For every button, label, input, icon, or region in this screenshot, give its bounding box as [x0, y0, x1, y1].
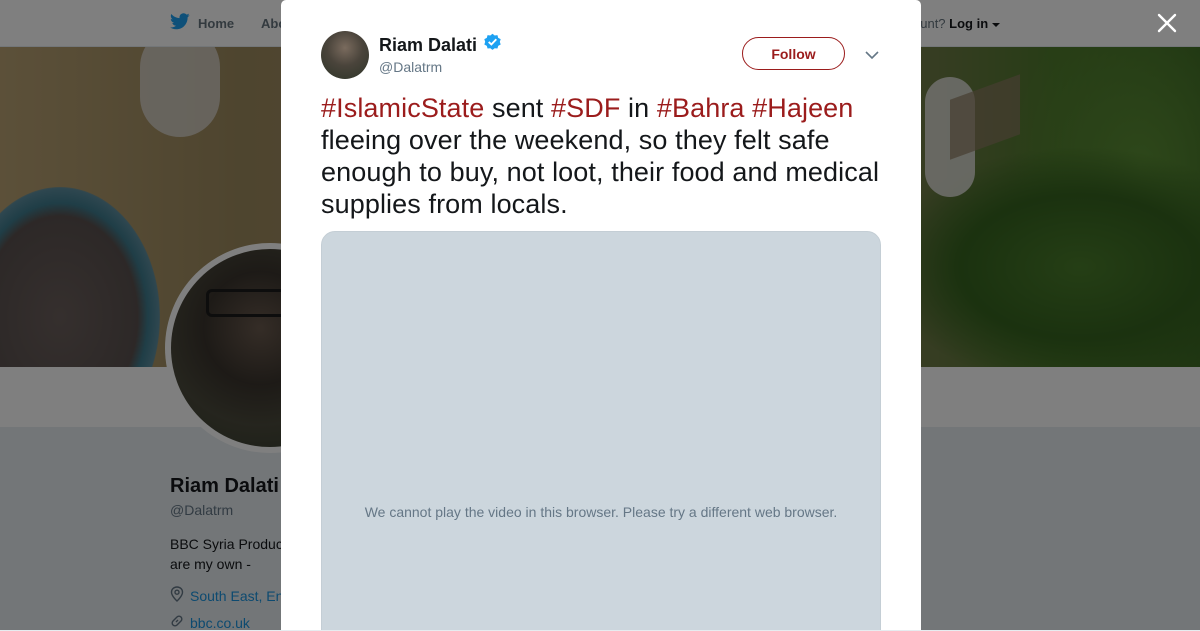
follow-button[interactable]: Follow — [742, 37, 845, 70]
hashtag-bahra[interactable]: #Bahra — [657, 93, 745, 123]
hashtag-islamicstate[interactable]: #IslamicState — [321, 93, 484, 123]
video-player[interactable]: We cannot play the video in this browser… — [321, 231, 881, 630]
tweet-author[interactable]: Riam Dalati — [379, 33, 502, 57]
chevron-down-icon[interactable] — [863, 46, 881, 64]
close-button[interactable] — [1152, 10, 1182, 40]
tweet-text-segment — [745, 93, 753, 123]
tweet-author-name: Riam Dalati — [379, 34, 478, 55]
hashtag-hajeen[interactable]: #Hajeen — [752, 93, 853, 123]
tweet-text-segment: in — [620, 93, 657, 123]
tweet-text-segment: sent — [484, 93, 552, 123]
tweet-text-segment: fleeing over the weekend, so they felt s… — [321, 125, 880, 219]
video-unsupported-message: We cannot play the video in this browser… — [364, 504, 838, 520]
tweet-author-avatar[interactable] — [321, 31, 369, 79]
verified-icon — [483, 33, 502, 57]
tweet-text: #IslamicState sent #SDF in #Bahra #Hajee… — [321, 92, 881, 220]
tweet-author-handle[interactable]: @Dalatrm — [379, 59, 442, 75]
hashtag-sdf[interactable]: #SDF — [551, 93, 620, 123]
tweet-modal: Riam Dalati @Dalatrm Follow #IslamicStat… — [281, 0, 921, 630]
close-icon — [1157, 13, 1177, 38]
